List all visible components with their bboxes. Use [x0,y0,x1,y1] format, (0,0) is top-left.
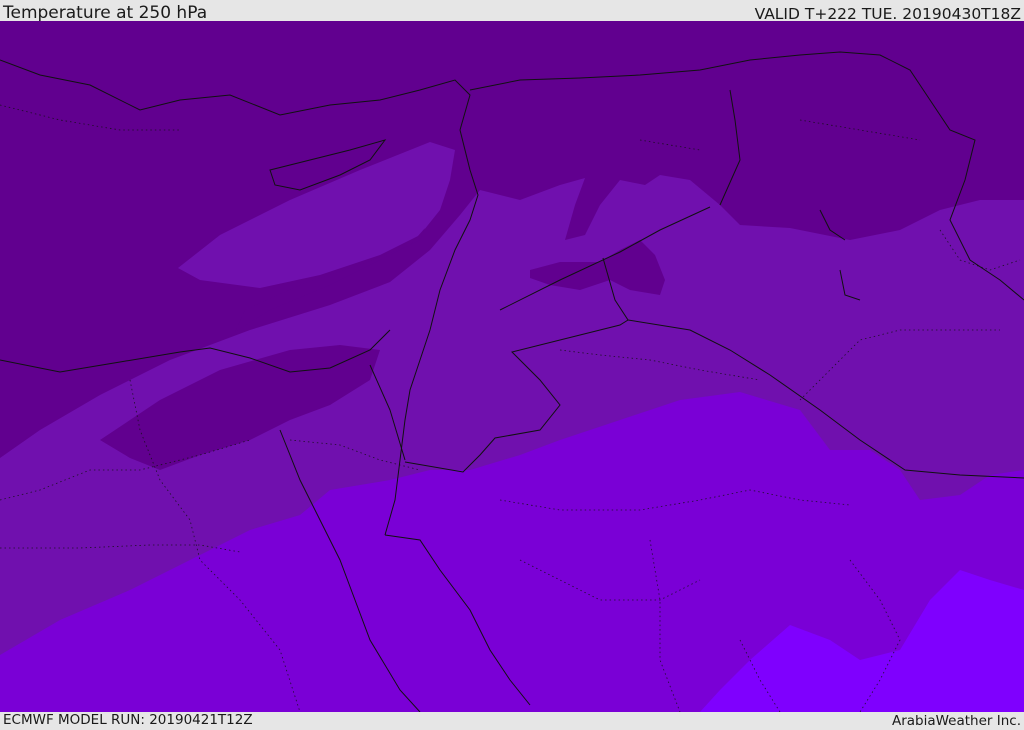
header-bar: Temperature at 250 hPa VALID T+222 TUE. … [0,0,1024,23]
credit-label: ArabiaWeather Inc. [891,713,1021,729]
map-canvas [0,21,1024,712]
temperature-map [0,21,1024,712]
model-run-label: ECMWF MODEL RUN: 20190421T12Z [3,712,253,728]
footer-bar: ECMWF MODEL RUN: 20190421T12Z ArabiaWeat… [0,712,1024,729]
map-title: Temperature at 250 hPa [3,3,208,23]
